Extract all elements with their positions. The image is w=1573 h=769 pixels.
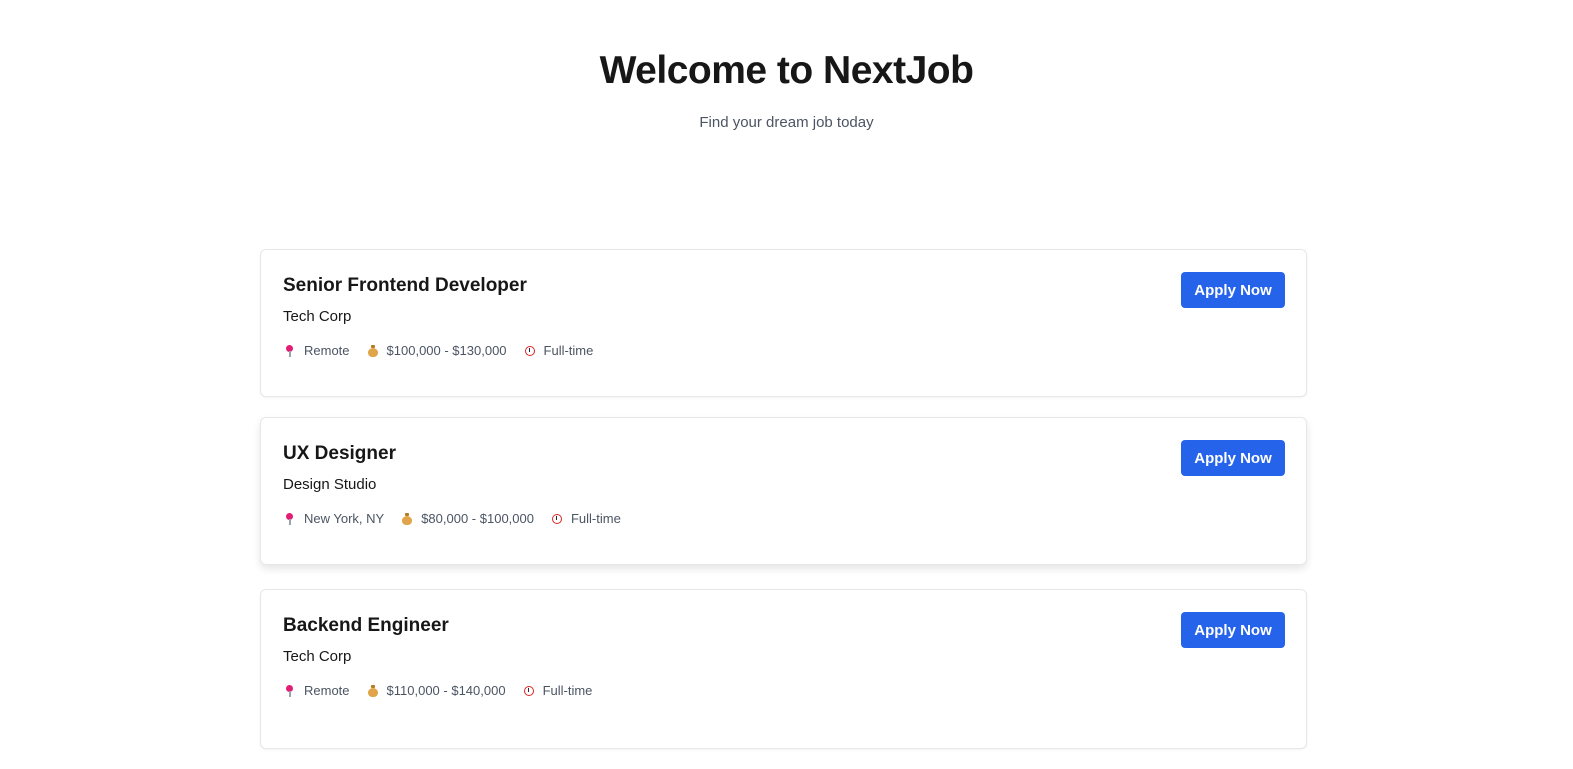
job-company: Tech Corp (283, 308, 352, 325)
money-bag-icon (366, 684, 380, 698)
job-location: New York, NY (283, 510, 384, 528)
job-meta: Remote $100,000 - $130,000 Full-time (283, 342, 609, 360)
job-type-label: Full-time (543, 343, 594, 358)
job-salary-label: $110,000 - $140,000 (386, 683, 506, 698)
pin-icon (283, 684, 297, 698)
job-type: Full-time (523, 342, 594, 360)
page-subtitle: Find your dream job today (699, 114, 874, 131)
job-type-label: Full-time (570, 511, 621, 526)
alarm-clock-icon (550, 512, 564, 526)
job-title: Backend Engineer (283, 615, 449, 636)
job-type: Full-time (550, 510, 621, 528)
job-salary: $80,000 - $100,000 (400, 510, 534, 528)
job-salary: $100,000 - $130,000 (366, 342, 507, 360)
money-bag-icon (400, 512, 414, 526)
job-salary-label: $80,000 - $100,000 (421, 511, 534, 526)
money-bag-icon (366, 344, 380, 358)
apply-now-button[interactable]: Apply Now (1181, 272, 1285, 308)
job-title: Senior Frontend Developer (283, 275, 527, 296)
job-type: Full-time (522, 682, 593, 700)
job-card: Backend Engineer Tech Corp Remote $110,0… (260, 589, 1307, 749)
apply-now-button[interactable]: Apply Now (1181, 440, 1285, 476)
job-location-label: Remote (304, 683, 350, 698)
pin-icon (283, 512, 297, 526)
job-salary: $110,000 - $140,000 (366, 682, 506, 700)
job-location: Remote (283, 342, 350, 360)
job-location: Remote (283, 682, 350, 700)
job-location-label: New York, NY (304, 511, 385, 526)
job-card: Senior Frontend Developer Tech Corp Remo… (260, 249, 1307, 397)
job-company: Tech Corp (283, 648, 352, 665)
apply-now-button[interactable]: Apply Now (1181, 612, 1285, 648)
pin-icon (283, 344, 297, 358)
alarm-clock-icon (523, 344, 537, 358)
job-title: UX Designer (283, 443, 396, 464)
alarm-clock-icon (522, 684, 536, 698)
job-type-label: Full-time (542, 683, 593, 698)
job-list: Senior Frontend Developer Tech Corp Remo… (260, 249, 1307, 769)
job-card: UX Designer Design Studio New York, NY $… (260, 417, 1307, 565)
page-title: Welcome to NextJob (599, 49, 974, 92)
job-salary-label: $100,000 - $130,000 (386, 343, 507, 358)
job-company: Design Studio (283, 476, 377, 493)
job-meta: New York, NY $80,000 - $100,000 Full-tim… (283, 510, 637, 528)
job-meta: Remote $110,000 - $140,000 Full-time (283, 682, 608, 700)
job-location-label: Remote (304, 343, 350, 358)
